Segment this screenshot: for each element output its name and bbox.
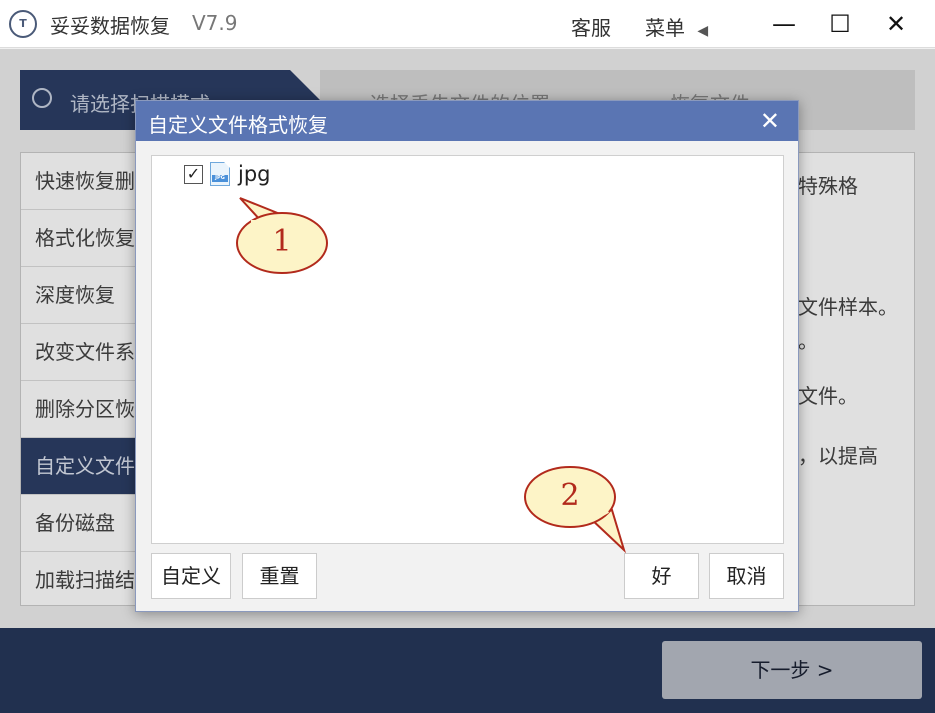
custom-button[interactable]: 自定义 (151, 553, 231, 599)
jpg-checkbox[interactable]: ✓ (184, 165, 203, 184)
file-type-tree: ✓ JPG jpg (151, 155, 784, 544)
app-version: V7.9 (192, 11, 238, 35)
dialog-title: 自定义文件格式恢复 (148, 113, 328, 137)
callout-number-2: 2 (560, 478, 580, 513)
jpg-icon-tag: JPG (212, 175, 228, 182)
minimize-button[interactable]: — (768, 8, 800, 40)
close-button[interactable]: ✕ (880, 8, 912, 40)
ok-button[interactable]: 好 (624, 553, 699, 599)
dialog-close-button[interactable]: ✕ (760, 107, 780, 135)
dialog-header: 自定义文件格式恢复 ✕ (136, 101, 798, 141)
menu-arrow-icon: ◀ (697, 23, 709, 39)
maximize-button[interactable]: ☐ (824, 8, 856, 40)
app-logo-icon: T (9, 10, 37, 38)
app-title: 妥妥数据恢复 (50, 14, 170, 38)
title-bar: T 妥妥数据恢复 V7.9 客服 菜单 ◀ — ☐ ✕ (0, 0, 935, 48)
tree-node-label: jpg (238, 162, 271, 186)
cancel-button[interactable]: 取消 (709, 553, 784, 599)
menu-button[interactable]: 菜单 ◀ (645, 12, 708, 41)
custom-format-dialog: 自定义文件格式恢复 ✕ ✓ JPG jpg 自定义 重置 好 取消 (135, 100, 799, 612)
callout-number-1: 1 (272, 224, 292, 259)
customer-service-link[interactable]: 客服 (571, 12, 611, 41)
jpg-file-icon: JPG (210, 162, 230, 186)
reset-button[interactable]: 重置 (242, 553, 317, 599)
menu-label: 菜单 (645, 16, 685, 40)
